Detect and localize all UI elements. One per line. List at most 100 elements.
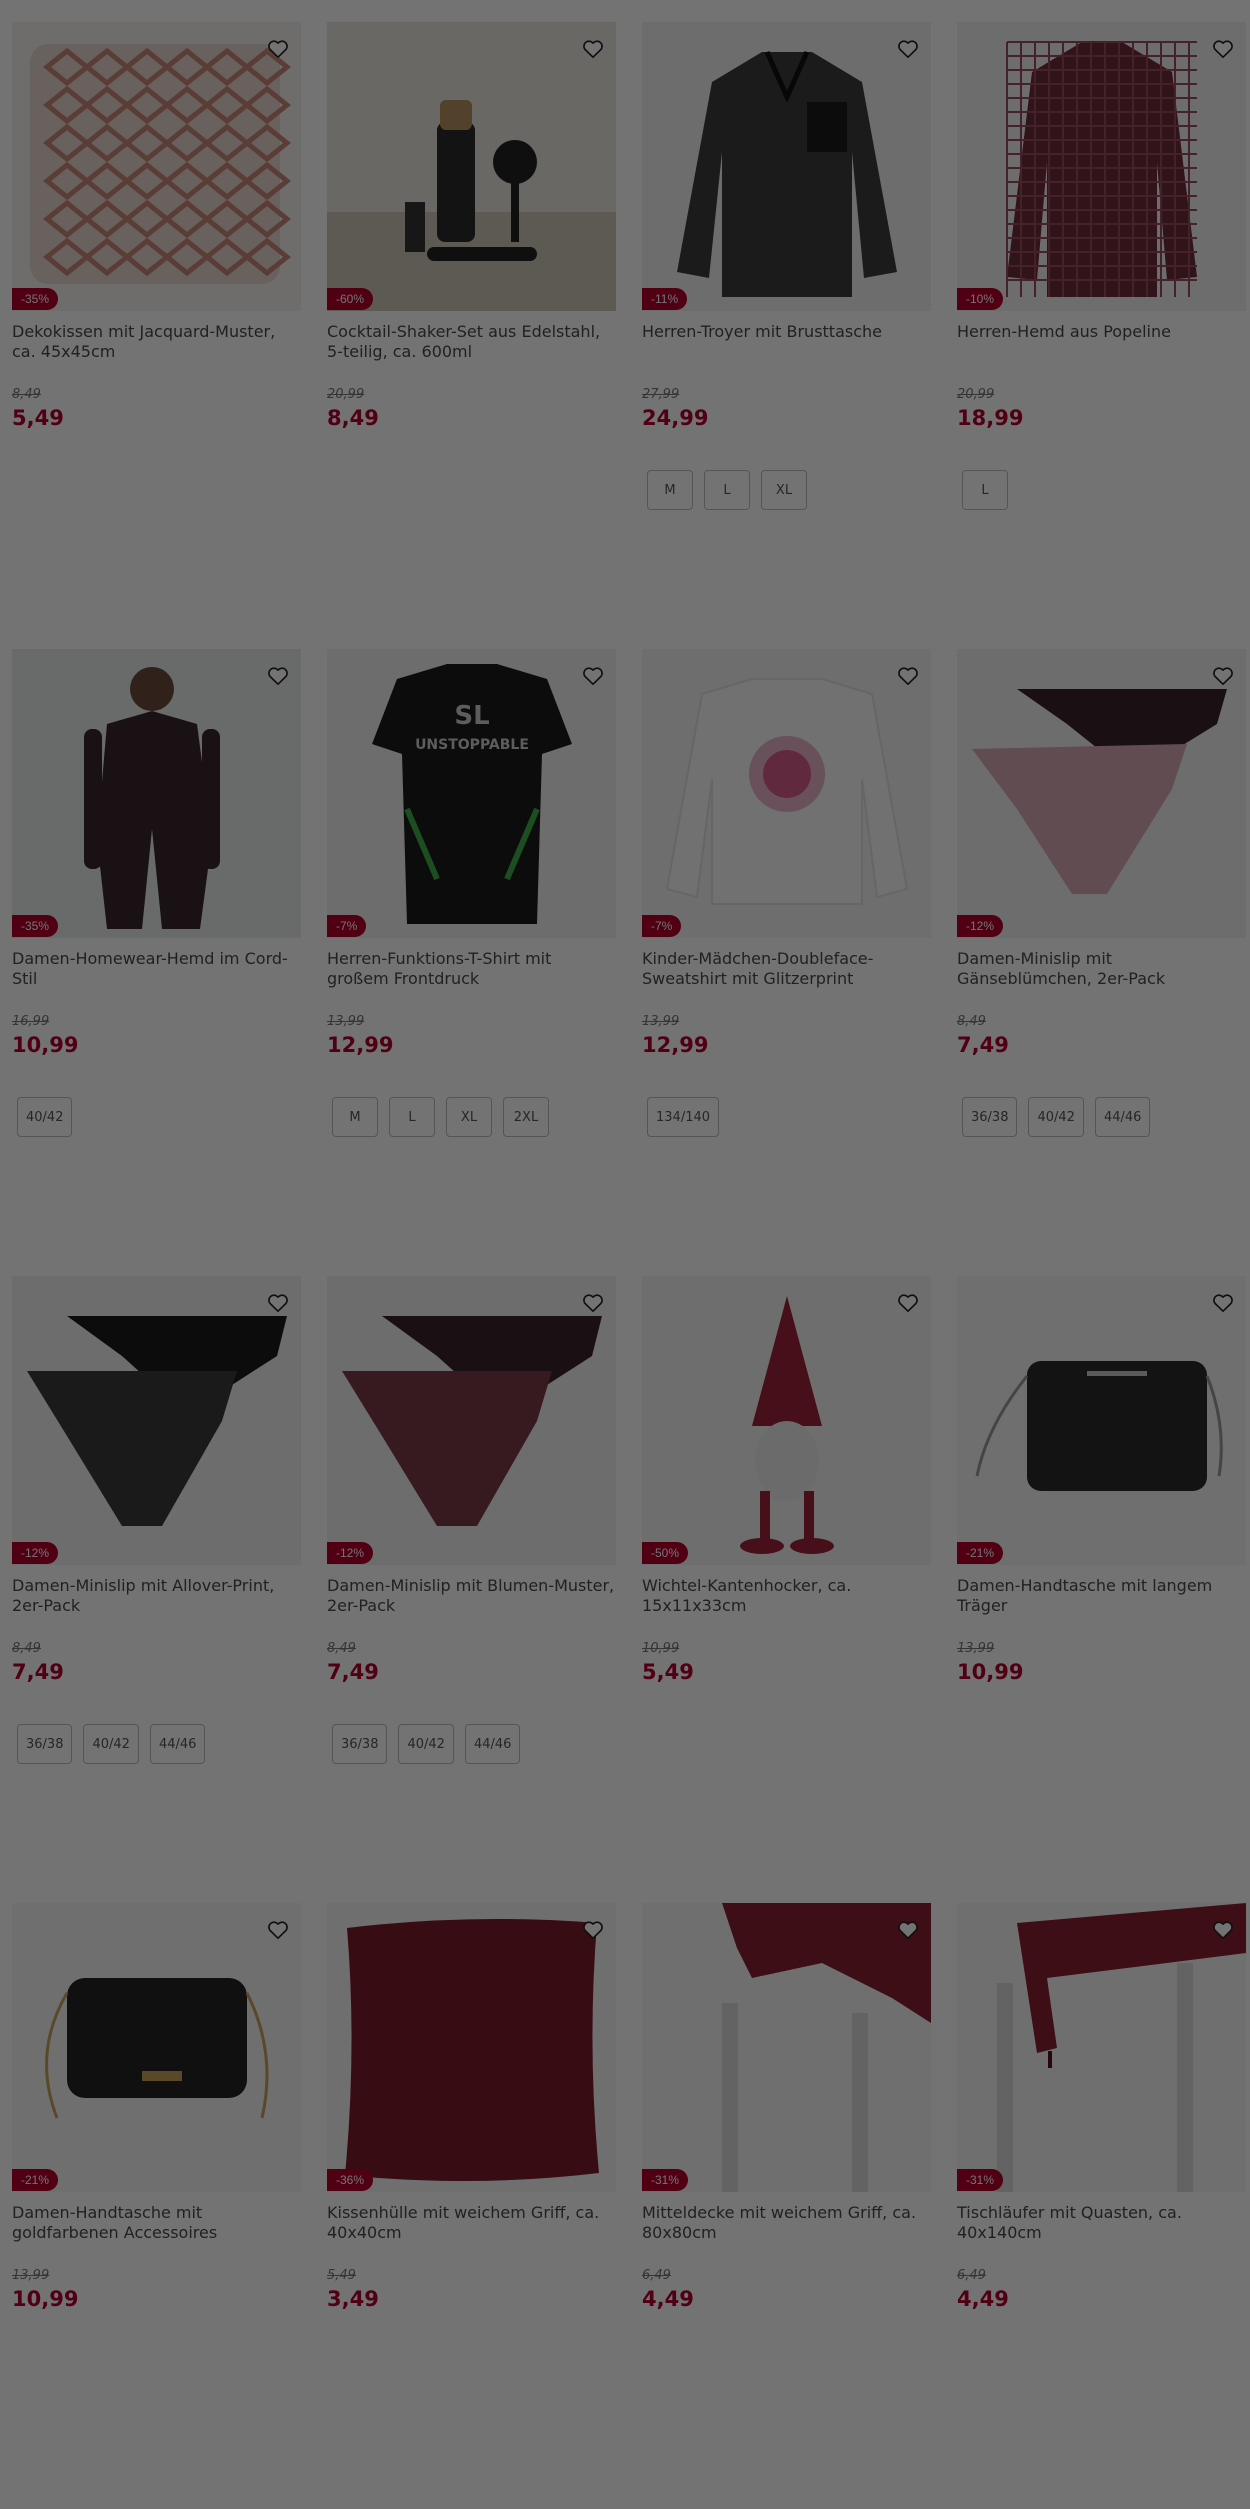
size-option[interactable]: XL [761,470,807,510]
product-card[interactable]: -60% Cocktail-Shaker-Set aus Edelstahl, 5… [327,22,616,649]
size-option[interactable]: 134/140 [647,1097,720,1137]
product-image[interactable]: -11% [642,22,931,311]
size-option[interactable]: 44/46 [149,1724,206,1764]
product-title[interactable]: Damen-Minislip mit Allover-Print, 2er-Pa… [12,1576,301,1636]
wishlist-heart-icon[interactable] [893,1288,923,1318]
product-image[interactable]: -12% [12,1276,301,1565]
wishlist-heart-icon[interactable] [263,661,293,691]
product-title[interactable]: Wichtel-Kantenhocker, ca. 15x11x33cm [642,1576,931,1636]
product-title[interactable]: Damen-Minislip mit Blumen-Muster, 2er-Pa… [327,1576,616,1636]
wishlist-heart-icon[interactable] [1208,34,1238,64]
size-option[interactable]: 36/38 [332,1724,388,1764]
size-option[interactable]: L [389,1097,435,1137]
size-option[interactable]: 40/42 [17,1097,73,1137]
wishlist-heart-icon[interactable] [578,1915,608,1945]
size-option[interactable]: 44/46 [1094,1097,1151,1137]
wishlist-heart-icon[interactable] [578,661,608,691]
product-image[interactable]: -31% [642,1903,931,2192]
product-card[interactable]: -21% Damen-Handtasche mit langem Träger 13… [957,1276,1246,1903]
product-card[interactable]: -11% Herren-Troyer mit Brusttasche 27,99 24… [642,22,931,649]
discount-badge: -31% [957,2169,1004,2191]
old-price: 27,99 [642,387,680,402]
wishlist-heart-icon[interactable] [578,34,608,64]
product-image[interactable]: -60% [327,22,616,311]
current-price: 18,99 [957,406,1024,430]
discount-badge: -12% [957,915,1004,937]
old-price: 16,99 [12,1014,50,1029]
size-option[interactable]: L [962,470,1008,510]
size-option[interactable]: 2XL [503,1097,549,1137]
product-image-cushion-red [327,1903,616,2192]
size-option[interactable]: 40/42 [83,1724,139,1764]
product-card[interactable]: -12% Damen-Minislip mit Blumen-Muster, 2e… [327,1276,616,1903]
wishlist-heart-icon[interactable] [1208,1915,1238,1945]
wishlist-heart-icon[interactable] [1208,661,1238,691]
size-option[interactable]: 40/42 [398,1724,454,1764]
product-image[interactable]: -36% [327,1903,616,2192]
current-price: 7,49 [957,1033,1009,1057]
product-title[interactable]: Herren-Funktions-T-Shirt mit großem Fron… [327,949,616,1009]
product-card[interactable]: -7% Kinder-Mädchen-Doubleface-Sweatshirt … [642,649,931,1276]
wishlist-heart-icon[interactable] [893,661,923,691]
product-image[interactable]: -7% [642,649,931,938]
product-card[interactable]: -35% Damen-Homewear-Hemd im Cord-Stil 16,9… [12,649,301,1276]
product-image[interactable]: -21% [12,1903,301,2192]
product-title[interactable]: Kissenhülle mit weichem Griff, ca. 40x40… [327,2203,616,2263]
product-card[interactable]: -36% Kissenhülle mit weichem Griff, ca. 4… [327,1903,616,2509]
size-option[interactable]: 40/42 [1028,1097,1084,1137]
product-card[interactable]: -35% Dekokissen mit Jacquard-Muster, ca. … [12,22,301,649]
size-option[interactable]: XL [446,1097,492,1137]
product-image[interactable]: -50% [642,1276,931,1565]
product-title[interactable]: Mitteldecke mit weichem Griff, ca. 80x80… [642,2203,931,2263]
product-title[interactable]: Damen-Handtasche mit langem Träger [957,1576,1246,1636]
wishlist-heart-icon[interactable] [893,1915,923,1945]
discount-badge: -36% [327,2169,374,2191]
discount-badge: -7% [642,915,682,937]
product-card[interactable]: -12% Damen-Minislip mit Gänseblümchen, 2e… [957,649,1246,1276]
product-title[interactable]: Damen-Homewear-Hemd im Cord-Stil [12,949,301,1009]
product-card[interactable]: -50% Wichtel-Kantenhocker, ca. 15x11x33cm… [642,1276,931,1903]
product-card[interactable]: -10% Herren-Hemd aus Popeline 20,99 18,99 L [957,22,1246,649]
product-card[interactable]: -12% Damen-Minislip mit Allover-Print, 2e… [12,1276,301,1903]
product-card[interactable]: -21% Damen-Handtasche mit goldfarbenen Ac… [12,1903,301,2509]
product-title[interactable]: Dekokissen mit Jacquard-Muster, ca. 45x4… [12,322,301,382]
size-option[interactable]: M [332,1097,378,1137]
product-image-shirt-check [957,22,1246,311]
product-image[interactable]: SL UNSTOPPABLE -7% [327,649,616,938]
size-options: 36/38 40/42 44/46 [12,1724,301,1764]
size-option[interactable]: 36/38 [962,1097,1018,1137]
product-title[interactable]: Cocktail-Shaker-Set aus Edelstahl, 5-tei… [327,322,616,382]
size-option[interactable]: 44/46 [464,1724,521,1764]
size-options: M L XL 2XL [327,1097,616,1137]
product-card[interactable]: -31% Tischläufer mit Quasten, ca. 40x140c… [957,1903,1246,2509]
wishlist-heart-icon[interactable] [893,34,923,64]
size-option[interactable]: M [647,470,693,510]
product-title[interactable]: Kinder-Mädchen-Doubleface-Sweatshirt mit… [642,949,931,1009]
wishlist-heart-icon[interactable] [263,34,293,64]
product-card[interactable]: -31% Mitteldecke mit weichem Griff, ca. 8… [642,1903,931,2509]
product-image[interactable]: -21% [957,1276,1246,1565]
product-image-bag-quilt [957,1276,1246,1565]
product-image[interactable]: -35% [12,649,301,938]
product-image[interactable]: -35% [12,22,301,311]
product-card[interactable]: SL UNSTOPPABLE -7% Herren-Funktions-T-Shirt… [327,649,616,1276]
product-title[interactable]: Herren-Hemd aus Popeline [957,322,1246,382]
product-title[interactable]: Herren-Troyer mit Brusttasche [642,322,931,382]
wishlist-heart-icon[interactable] [263,1915,293,1945]
discount-badge: -35% [12,288,59,310]
product-image[interactable]: -10% [957,22,1246,311]
product-title[interactable]: Damen-Handtasche mit goldfarbenen Access… [12,2203,301,2263]
product-image[interactable]: -31% [957,1903,1246,2192]
product-title[interactable]: Tischläufer mit Quasten, ca. 40x140cm [957,2203,1246,2263]
product-title[interactable]: Damen-Minislip mit Gänseblümchen, 2er-Pa… [957,949,1246,1009]
product-image[interactable]: -12% [957,649,1246,938]
old-price: 13,99 [957,1641,995,1656]
wishlist-heart-icon[interactable] [578,1288,608,1318]
product-image[interactable]: -12% [327,1276,616,1565]
wishlist-heart-icon[interactable] [1208,1288,1238,1318]
size-option[interactable]: L [704,470,750,510]
wishlist-heart-icon[interactable] [263,1288,293,1318]
discount-badge: -21% [12,2169,59,2191]
size-option[interactable]: 36/38 [17,1724,73,1764]
size-options: M L XL [642,470,931,510]
